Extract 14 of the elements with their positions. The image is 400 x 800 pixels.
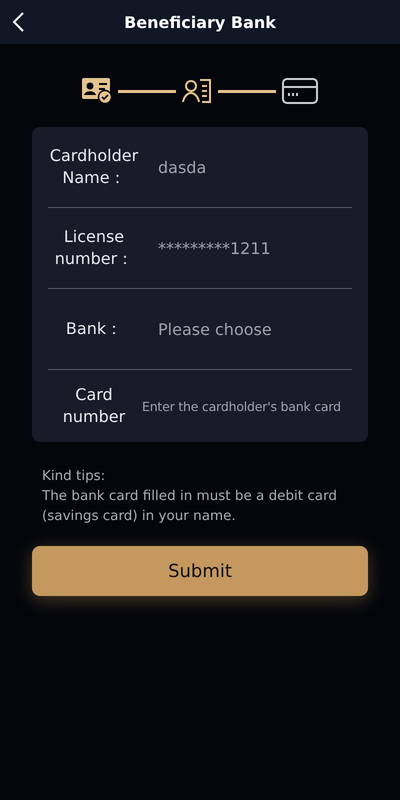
input-field[interactable]: *********1211: [158, 238, 352, 258]
field-label: Bank：: [64, 318, 124, 340]
field-label: Card number: [62, 384, 126, 428]
field-label: Cardholder Name：: [48, 145, 140, 189]
input-field[interactable]: Enter the cardholder's bank card: [142, 398, 352, 414]
step-connector: [118, 90, 176, 92]
step-connector: [218, 90, 276, 92]
submit-button[interactable]: Submit: [32, 546, 368, 596]
tips-title: Kind tips:: [42, 467, 106, 486]
bank-select[interactable]: Please choose: [158, 320, 352, 338]
field-label: License number：: [54, 226, 134, 270]
input-field[interactable]: dasda: [158, 158, 352, 176]
page-title: Beneficiary Bank: [124, 12, 276, 32]
tips-text: The bank card filled in must be a debit card (savings card) in your name.: [42, 487, 338, 526]
